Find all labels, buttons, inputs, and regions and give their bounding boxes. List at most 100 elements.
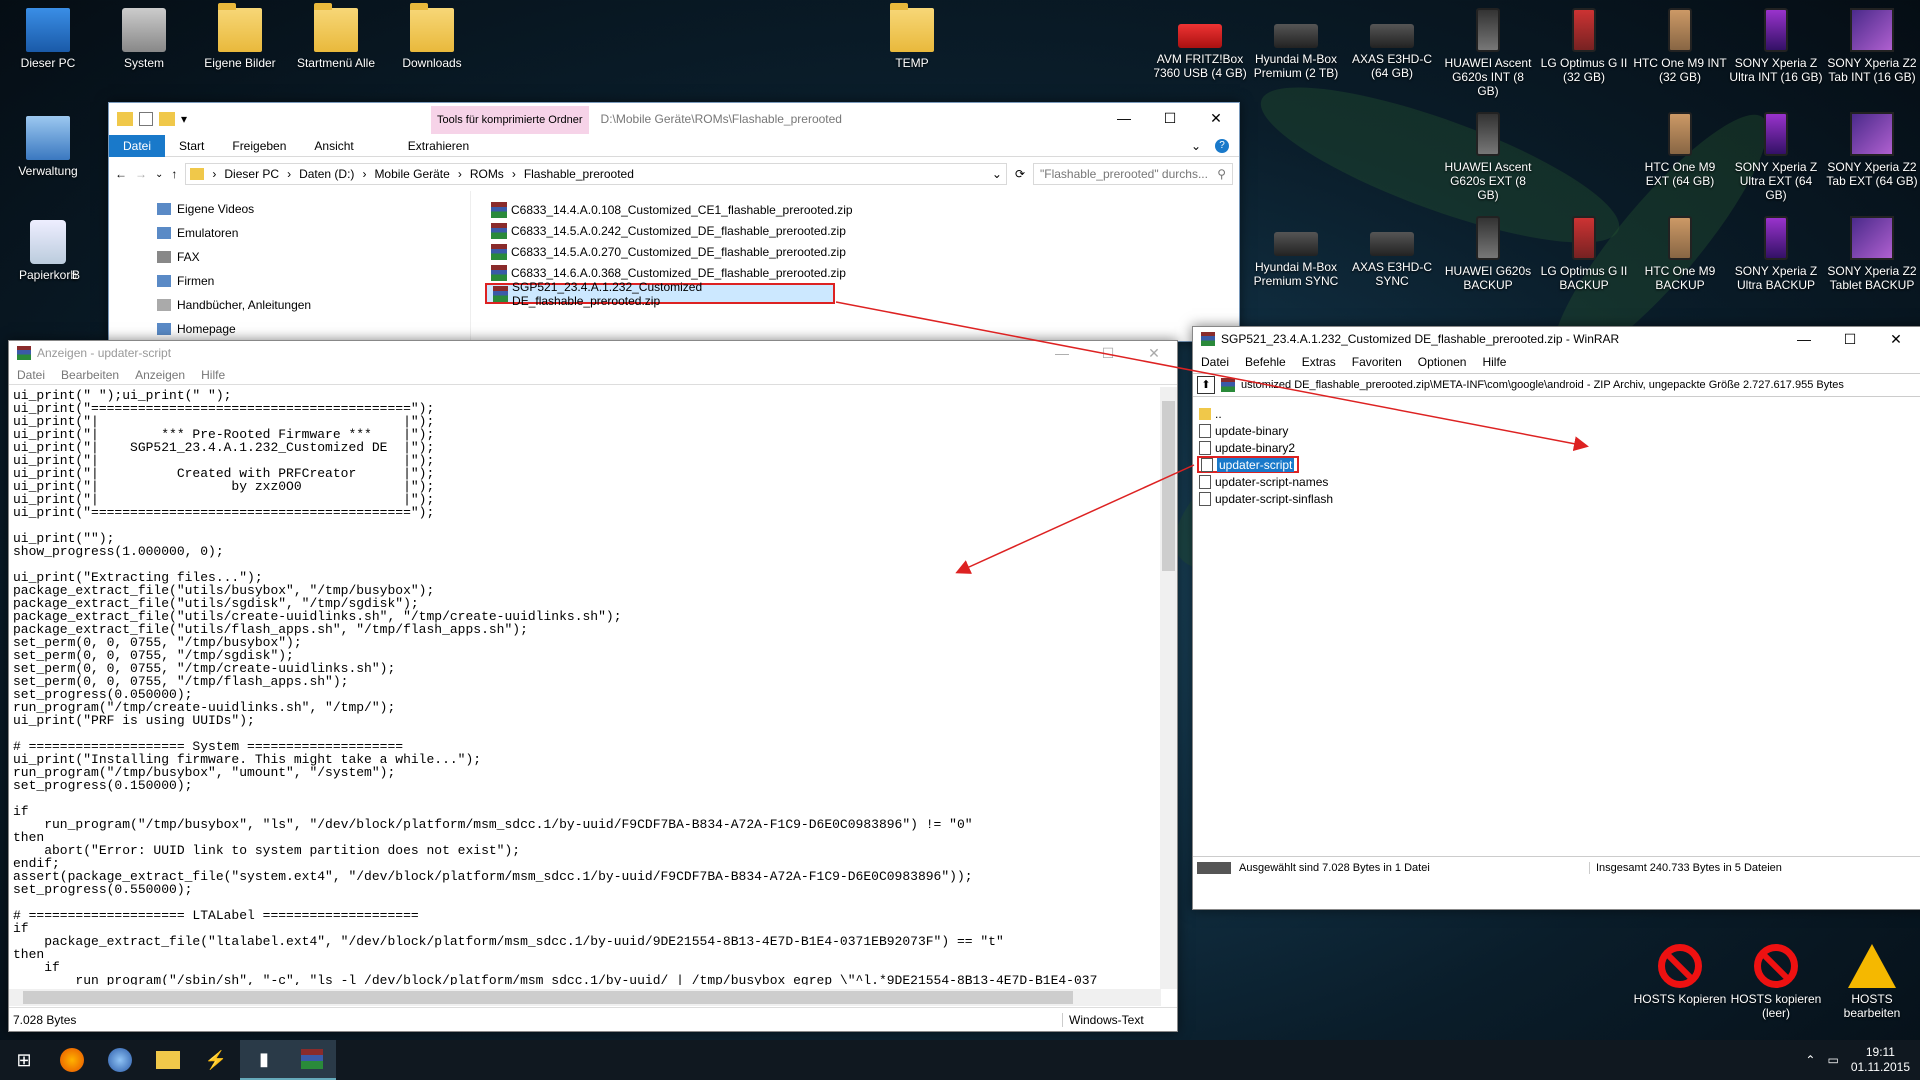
- tab-start[interactable]: Start: [165, 135, 218, 157]
- device-icon-axas[interactable]: AXAS E3HD-C (64 GB): [1344, 8, 1440, 80]
- vertical-scrollbar[interactable]: [1160, 387, 1177, 989]
- device-icon-sony-ultra-ext[interactable]: SONY Xperia Z Ultra EXT (64 GB): [1728, 112, 1824, 202]
- device-icon-htc-ext[interactable]: HTC One M9 EXT (64 GB): [1632, 112, 1728, 188]
- tab-datei[interactable]: Datei: [109, 134, 166, 157]
- device-icon-sony-ultra-int[interactable]: SONY Xperia Z Ultra INT (16 GB): [1728, 8, 1824, 84]
- device-icon-htc-backup[interactable]: HTC One M9 BACKUP: [1632, 216, 1728, 292]
- device-icon-lg[interactable]: LG Optimus G II (32 GB): [1536, 8, 1632, 84]
- device-icon-sony-ultra-backup[interactable]: SONY Xperia Z Ultra BACKUP: [1728, 216, 1824, 292]
- maximize-button[interactable]: ☐: [1827, 327, 1873, 351]
- clock[interactable]: 19:11 01.11.2015: [1851, 1045, 1910, 1075]
- desktop-icon-system[interactable]: System: [96, 8, 192, 70]
- start-button[interactable]: ⊞: [0, 1040, 48, 1080]
- viewer-titlebar[interactable]: Anzeigen - updater-script — ☐ ✕: [9, 341, 1177, 365]
- minimize-button[interactable]: —: [1101, 103, 1147, 133]
- menu-bearbeiten[interactable]: Bearbeiten: [53, 368, 127, 382]
- desktop-icon-startmenu-alle[interactable]: Startmenü Alle: [288, 3, 384, 70]
- device-icon-sony-tab-int[interactable]: SONY Xperia Z2 Tab INT (16 GB): [1824, 8, 1920, 84]
- device-icon-huawei-backup[interactable]: HUAWEI G620s BACKUP: [1440, 216, 1536, 292]
- device-icon-axas-sync[interactable]: AXAS E3HD-C SYNC: [1344, 216, 1440, 288]
- parent-folder-row[interactable]: ..: [1197, 405, 1920, 422]
- file-row-selected[interactable]: SGP521_23.4.A.1.232_Customized DE_flasha…: [485, 280, 835, 308]
- desktop-icon-temp[interactable]: TEMP: [864, 3, 960, 70]
- breadcrumb-item[interactable]: Mobile Geräte: [374, 167, 449, 181]
- menu-datei[interactable]: Datei: [1193, 355, 1237, 369]
- recent-locations-button[interactable]: ⌄: [155, 169, 163, 180]
- ribbon-expand-icon[interactable]: ⌄: [1191, 139, 1201, 153]
- up-folder-button[interactable]: ⬆: [1197, 376, 1215, 394]
- quick-access-toolbar[interactable]: ▾: [117, 112, 187, 126]
- address-bar[interactable]: › Dieser PC › Daten (D:) › Mobile Geräte › R…: [185, 163, 1007, 185]
- menu-optionen[interactable]: Optionen: [1410, 355, 1475, 369]
- hosts-kopieren-leer-shortcut[interactable]: HOSTS kopieren (leer): [1728, 944, 1824, 1020]
- winrar-titlebar[interactable]: SGP521_23.4.A.1.232_Customized DE_flasha…: [1193, 327, 1920, 351]
- help-icon[interactable]: ?: [1215, 138, 1229, 153]
- menu-anzeigen[interactable]: Anzeigen: [127, 368, 193, 382]
- maximize-button[interactable]: ☐: [1147, 103, 1193, 133]
- tab-freigeben[interactable]: Freigeben: [218, 135, 300, 157]
- device-icon-lg-backup[interactable]: LG Optimus G II BACKUP: [1536, 216, 1632, 292]
- device-icon-hyundai[interactable]: Hyundai M-Box Premium (2 TB): [1248, 8, 1344, 80]
- menu-hilfe[interactable]: Hilfe: [1474, 355, 1514, 369]
- nav-item[interactable]: Homepage: [109, 317, 470, 341]
- taskbar-thunderbird[interactable]: [96, 1040, 144, 1080]
- device-icon-huawei-ext[interactable]: HUAWEI Ascent G620s EXT (8 GB): [1440, 112, 1536, 202]
- chevron-down-icon[interactable]: ⌄: [992, 167, 1002, 181]
- close-button[interactable]: ✕: [1193, 103, 1239, 133]
- search-box[interactable]: "Flashable_prerooted" durchs... ⚲: [1033, 163, 1233, 185]
- horizontal-scrollbar[interactable]: [9, 989, 1161, 1006]
- device-icon-sony-tab-backup[interactable]: SONY Xperia Z2 Tablet BACKUP: [1824, 216, 1920, 292]
- desktop-icon-b[interactable]: B: [56, 220, 96, 282]
- breadcrumb-item[interactable]: Flashable_prerooted: [524, 167, 634, 181]
- desktop-icon-eigene-bilder[interactable]: Eigene Bilder: [192, 3, 288, 70]
- hosts-bearbeiten-shortcut[interactable]: HOSTS bearbeiten: [1824, 944, 1920, 1020]
- close-button[interactable]: ✕: [1131, 341, 1177, 365]
- back-button[interactable]: ←: [115, 167, 127, 181]
- archive-file-row-selected[interactable]: updater-script: [1197, 456, 1299, 473]
- menu-extras[interactable]: Extras: [1294, 355, 1344, 369]
- file-row[interactable]: C6833_14.5.A.0.242_Customized_DE_flashab…: [471, 220, 1239, 241]
- nav-item[interactable]: FAX: [109, 245, 470, 269]
- search-input[interactable]: "Flashable_prerooted" durchs...: [1040, 167, 1217, 181]
- nav-item[interactable]: Firmen: [109, 269, 470, 293]
- taskbar-firefox[interactable]: [48, 1040, 96, 1080]
- scrollbar-thumb[interactable]: [1162, 401, 1175, 571]
- hosts-kopieren-shortcut[interactable]: HOSTS Kopieren: [1632, 944, 1728, 1006]
- refresh-button[interactable]: ⟳: [1015, 167, 1025, 181]
- nav-item[interactable]: Eigene Videos: [109, 197, 470, 221]
- archive-file-row[interactable]: updater-script-names: [1197, 473, 1920, 490]
- taskbar-winrar[interactable]: [288, 1040, 336, 1080]
- taskbar-tool[interactable]: ⚡: [192, 1040, 240, 1080]
- menu-befehle[interactable]: Befehle: [1237, 355, 1294, 369]
- taskbar-file-explorer[interactable]: [144, 1040, 192, 1080]
- breadcrumb-item[interactable]: Dieser PC: [224, 167, 279, 181]
- text-area[interactable]: ui_print(" ");ui_print(" "); ui_print("==…: [13, 389, 1163, 985]
- nav-item[interactable]: Handbücher, Anleitungen: [109, 293, 470, 317]
- minimize-button[interactable]: —: [1781, 327, 1827, 351]
- archive-file-row[interactable]: update-binary: [1197, 422, 1920, 439]
- desktop-icon-verwaltung[interactable]: Verwaltung: [0, 116, 96, 178]
- device-icon-htc-int[interactable]: HTC One M9 INT (32 GB): [1632, 8, 1728, 84]
- tab-extrahieren[interactable]: Extrahieren: [394, 135, 483, 157]
- menu-datei[interactable]: Datei: [9, 368, 53, 382]
- file-row[interactable]: C6833_14.4.A.0.108_Customized_CE1_flasha…: [471, 199, 1239, 220]
- action-center-icon[interactable]: ▭: [1827, 1053, 1838, 1067]
- file-row[interactable]: C6833_14.5.A.0.270_Customized_DE_flashab…: [471, 241, 1239, 262]
- scrollbar-thumb[interactable]: [23, 991, 1073, 1004]
- nav-item[interactable]: Emulatoren: [109, 221, 470, 245]
- desktop-icon-dieser-pc[interactable]: Dieser PC: [0, 8, 96, 70]
- device-icon-hyundai-sync[interactable]: Hyundai M-Box Premium SYNC: [1248, 216, 1344, 288]
- breadcrumb-item[interactable]: ROMs: [470, 167, 504, 181]
- device-icon-huawei-int[interactable]: HUAWEI Ascent G620s INT (8 GB): [1440, 8, 1536, 98]
- device-icon-sony-tab-ext[interactable]: SONY Xperia Z2 Tab EXT (64 GB): [1824, 112, 1920, 188]
- taskbar-video[interactable]: ▮: [240, 1040, 288, 1080]
- up-button[interactable]: ↑: [171, 167, 177, 181]
- desktop-icon-downloads[interactable]: Downloads: [384, 3, 480, 70]
- minimize-button[interactable]: —: [1039, 341, 1085, 365]
- close-button[interactable]: ✕: [1873, 327, 1919, 351]
- tab-ansicht[interactable]: Ansicht: [300, 135, 367, 157]
- tray-expand-icon[interactable]: ⌃: [1805, 1053, 1815, 1067]
- maximize-button[interactable]: ☐: [1085, 341, 1131, 365]
- menu-favoriten[interactable]: Favoriten: [1344, 355, 1410, 369]
- breadcrumb-item[interactable]: Daten (D:): [299, 167, 354, 181]
